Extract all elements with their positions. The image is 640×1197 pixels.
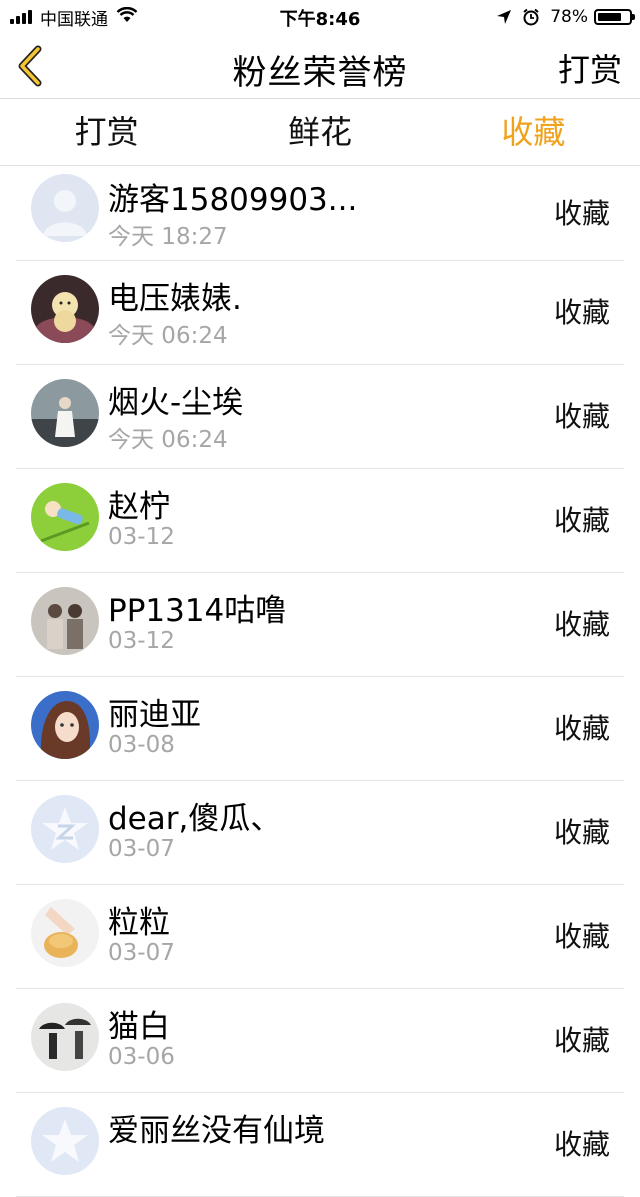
fan-date: 03-08 <box>108 732 175 758</box>
fan-list: 游客15809903... 今天 18:27 收藏 电压婊婊. 今天 06:24… <box>0 165 640 1197</box>
fan-action-label: 收藏 <box>553 1024 610 1057</box>
fan-name: PP1314咕噜 <box>108 593 287 629</box>
fan-name: 烟火-尘埃 <box>108 385 244 421</box>
default-person-avatar <box>31 174 99 242</box>
fan-action-label: 收藏 <box>553 608 610 641</box>
girl-photo-avatar <box>31 379 99 447</box>
page-title: 粉丝荣誉榜 <box>232 53 408 93</box>
list-item[interactable]: 猫白 03-06 收藏 <box>16 989 624 1093</box>
fan-date: 03-07 <box>108 940 175 966</box>
cartoon-grass-avatar <box>31 483 99 551</box>
anime-girl-avatar <box>31 691 99 759</box>
status-bar-right: 78% <box>496 5 635 29</box>
list-item[interactable]: 烟火-尘埃 今天 06:24 收藏 <box>16 365 624 469</box>
fan-date: 03-06 <box>108 1044 175 1070</box>
reward-button[interactable]: 打赏 <box>558 45 622 91</box>
list-item[interactable]: 爱丽丝没有仙境 收藏 <box>16 1093 624 1197</box>
list-item[interactable]: 赵柠 03-12 收藏 <box>16 469 624 573</box>
tab-bar: 打赏 鲜花 收藏 <box>0 99 640 166</box>
fan-date: 今天 06:24 <box>108 323 228 349</box>
fan-name: 粒粒 <box>108 905 170 941</box>
fan-name: 游客15809903... <box>108 182 358 218</box>
tab-flowers[interactable]: 鲜花 <box>213 99 426 165</box>
qzone-star-avatar <box>31 1107 99 1175</box>
tab-favorites[interactable]: 收藏 <box>427 99 640 165</box>
tab-reward[interactable]: 打赏 <box>0 99 213 165</box>
fan-name: 猫白 <box>108 1009 170 1045</box>
hand-bread-avatar <box>31 899 99 967</box>
alarm-clock-icon <box>522 8 540 26</box>
fan-date: 03-07 <box>108 836 175 862</box>
fan-name: 丽迪亚 <box>108 697 201 733</box>
group-photo-avatar <box>31 587 99 655</box>
list-item[interactable]: 电压婊婊. 今天 06:24 收藏 <box>16 261 624 365</box>
fan-action-label: 收藏 <box>553 296 610 329</box>
umbrella-people-avatar <box>31 1003 99 1071</box>
fan-name: 赵柠 <box>108 489 170 525</box>
chick-avatar <box>31 275 99 343</box>
fan-name: 电压婊婊. <box>108 281 242 317</box>
fan-action-label: 收藏 <box>553 400 610 433</box>
fan-date: 03-12 <box>108 524 175 550</box>
fan-action-label: 收藏 <box>553 712 610 745</box>
battery-fill <box>598 13 621 21</box>
list-item[interactable]: PP1314咕噜 03-12 收藏 <box>16 573 624 677</box>
location-arrow-icon <box>496 9 512 25</box>
fan-action-label: 收藏 <box>553 504 610 537</box>
nav-bar: 粉丝荣誉榜 打赏 <box>0 34 640 99</box>
battery-percent: 78% <box>550 7 588 27</box>
fan-date: 今天 06:24 <box>108 427 228 453</box>
list-item[interactable]: dear,傻瓜、 03-07 收藏 <box>16 781 624 885</box>
list-item[interactable]: 丽迪亚 03-08 收藏 <box>16 677 624 781</box>
battery-icon <box>594 9 635 25</box>
fan-name: dear,傻瓜、 <box>108 801 282 837</box>
status-bar: 中国联通 下午8:46 78% <box>0 0 640 34</box>
list-item[interactable]: 游客15809903... 今天 18:27 收藏 <box>16 165 624 261</box>
fan-action-label: 收藏 <box>553 920 610 953</box>
fan-action-label: 收藏 <box>553 816 610 849</box>
fan-name: 爱丽丝没有仙境 <box>108 1113 325 1149</box>
qzone-star-avatar <box>31 795 99 863</box>
fan-action-label: 收藏 <box>553 197 610 230</box>
fan-action-label: 收藏 <box>553 1128 610 1161</box>
fan-date: 03-12 <box>108 628 175 654</box>
list-item[interactable]: 粒粒 03-07 收藏 <box>16 885 624 989</box>
fan-date: 今天 18:27 <box>108 224 228 250</box>
